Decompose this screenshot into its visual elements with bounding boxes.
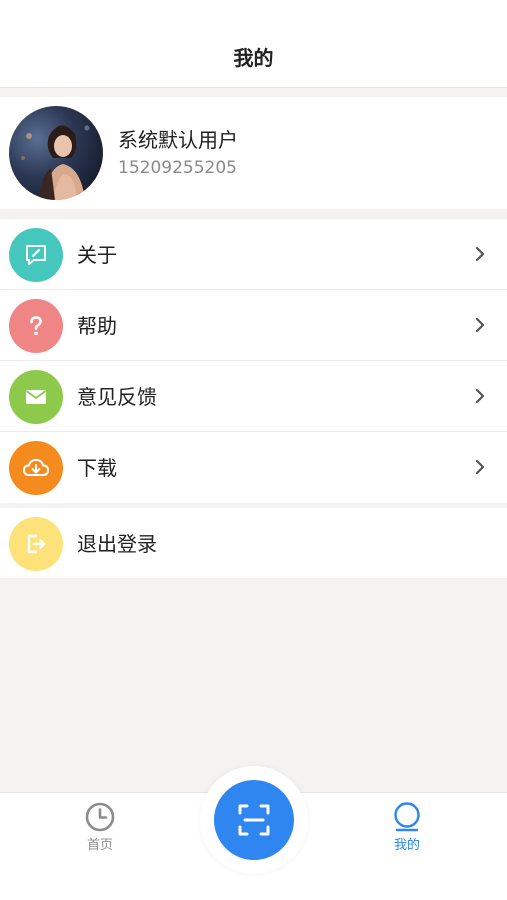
menu-item-about[interactable]: 关于: [0, 219, 507, 290]
menu-item-label: 下载: [77, 456, 117, 480]
menu-item-label: 帮助: [77, 314, 117, 338]
mail-icon: [9, 370, 63, 424]
profile-card[interactable]: 系统默认用户 15209255205: [0, 97, 507, 209]
question-icon: [9, 299, 63, 353]
tab-home-label: 首页: [86, 838, 113, 853]
cloud-download-icon: [9, 441, 63, 495]
logout-icon: [9, 517, 63, 571]
menu-item-help[interactable]: 帮助: [0, 290, 507, 361]
chevron-right-icon: [475, 246, 485, 262]
menu-item-feedback[interactable]: 意见反馈: [0, 361, 507, 432]
tab-mine-label: 我的: [393, 838, 420, 853]
scan-button[interactable]: [214, 780, 294, 860]
scan-icon: [238, 804, 270, 836]
clock-icon: [85, 802, 115, 832]
chevron-right-icon: [475, 459, 485, 475]
avatar[interactable]: [9, 106, 103, 200]
message-icon: [9, 228, 63, 282]
menu-list: 关于 帮助 意见反馈 下载: [0, 219, 507, 503]
menu-item-label: 关于: [77, 243, 117, 267]
logout-label: 退出登录: [77, 532, 157, 556]
user-phone: 15209255205: [118, 158, 237, 178]
page-title: 我的: [233, 46, 274, 70]
chevron-right-icon: [475, 388, 485, 404]
menu-item-label: 意见反馈: [77, 385, 157, 409]
logout-button[interactable]: 退出登录: [0, 508, 507, 578]
tab-mine[interactable]: 我的: [377, 801, 437, 855]
screen: 我的 系统默认用户 15209255205 关于 帮助 意见反馈 下载 退出登录…: [0, 0, 507, 900]
header: 我的: [0, 0, 507, 88]
user-name: 系统默认用户: [118, 128, 238, 152]
user-icon: [394, 802, 420, 832]
chevron-right-icon: [475, 317, 485, 333]
tab-home[interactable]: 首页: [70, 801, 130, 855]
menu-item-download[interactable]: 下载: [0, 432, 507, 503]
